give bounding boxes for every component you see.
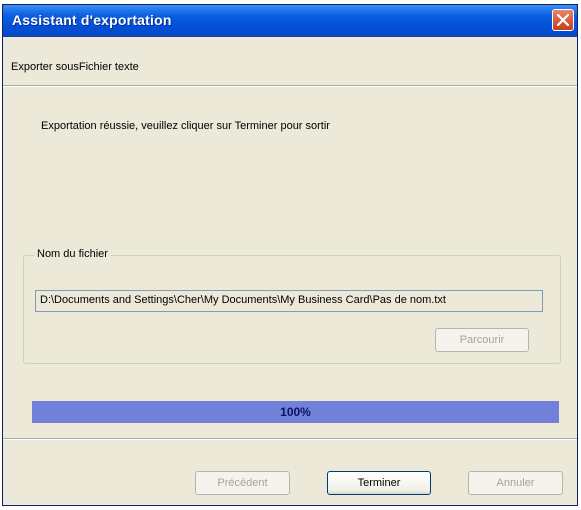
previous-button[interactable]: Précédent (195, 471, 290, 495)
export-type-label: Exporter sousFichier texte (11, 61, 139, 73)
cancel-button[interactable]: Annuler (468, 471, 563, 495)
header-divider (3, 85, 577, 87)
file-name-group-label: Nom du fichier (34, 248, 111, 260)
status-message: Exportation réussie, veuillez cliquer su… (41, 120, 330, 132)
export-wizard-window: Assistant d'exportation Exporter sousFic… (2, 4, 578, 506)
file-path-field[interactable]: D:\Documents and Settings\Cher\My Docume… (35, 290, 543, 312)
close-icon (557, 14, 569, 26)
finish-button[interactable]: Terminer (327, 471, 431, 495)
progress-text: 100% (280, 405, 311, 419)
title-bar: Assistant d'exportation (3, 5, 577, 37)
window-title: Assistant d'exportation (12, 12, 172, 28)
footer-divider (3, 438, 577, 440)
close-button[interactable] (552, 9, 574, 31)
progress-bar: 100% (32, 401, 559, 423)
file-name-group: Nom du fichier D:\Documents and Settings… (23, 248, 561, 364)
browse-button[interactable]: Parcourir (435, 328, 529, 352)
